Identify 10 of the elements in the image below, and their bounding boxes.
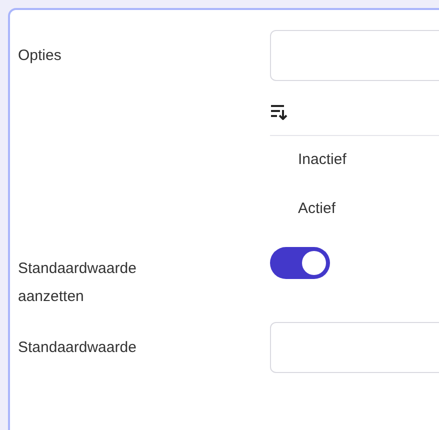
option-item[interactable]: Inactief xyxy=(270,136,439,185)
toggle-knob xyxy=(302,251,326,275)
input-field[interactable] xyxy=(270,30,439,81)
option-item[interactable]: Actief xyxy=(270,185,439,234)
field-label: Standaardwaarde aanzetten xyxy=(18,259,138,307)
field-label: Standaardwaarde xyxy=(18,338,138,358)
field-label: Opties xyxy=(18,46,62,66)
sort-descending-icon[interactable] xyxy=(270,104,288,120)
toggle-switch[interactable] xyxy=(270,247,330,279)
input-field[interactable] xyxy=(270,322,439,373)
